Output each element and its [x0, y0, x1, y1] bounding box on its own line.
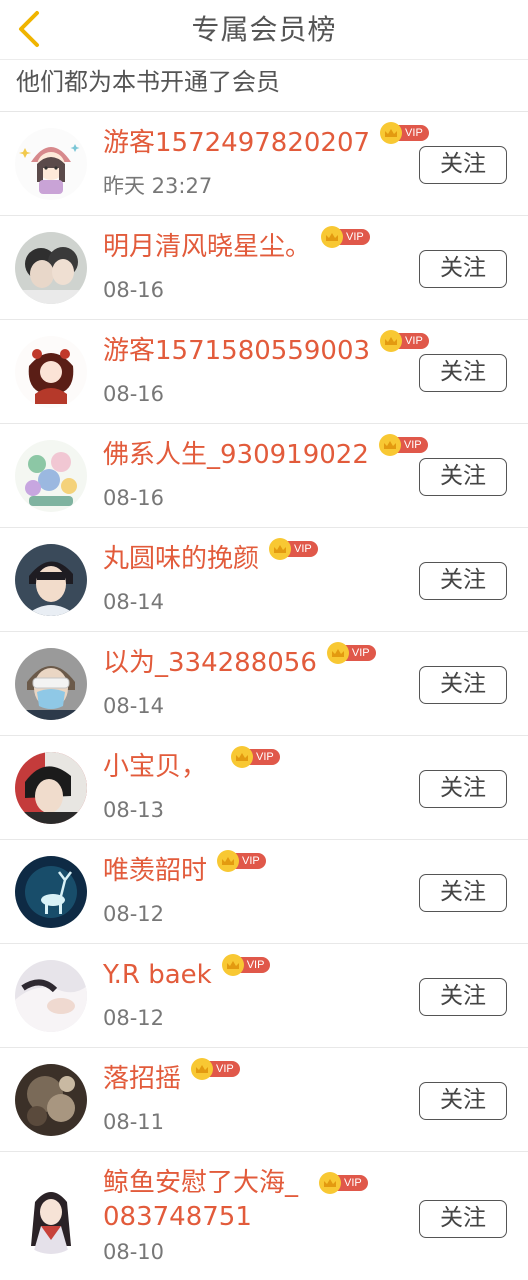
- crown-icon: [231, 746, 254, 768]
- follow-button[interactable]: 关注: [419, 458, 507, 496]
- follow-button[interactable]: 关注: [419, 666, 507, 704]
- member-date: 08-10: [103, 1240, 165, 1264]
- crown-icon: [321, 226, 344, 248]
- member-name[interactable]: 明月清风晓星尘。: [103, 230, 311, 264]
- list-subtitle: 他们都为本书开通了会员: [0, 60, 528, 112]
- member-date: 08-12: [103, 1006, 165, 1030]
- member-date: 08-14: [103, 694, 165, 718]
- follow-button[interactable]: 关注: [419, 1082, 507, 1120]
- member-row[interactable]: 佛系人生_930919022 VIP 08-16 关注: [0, 424, 528, 528]
- crown-icon: [319, 1172, 341, 1194]
- member-name[interactable]: 佛系人生_930919022: [103, 438, 369, 472]
- vip-badge: VIP: [221, 954, 271, 976]
- crown-icon: [191, 1058, 214, 1080]
- avatar[interactable]: [15, 960, 87, 1032]
- vip-badge: VIP: [326, 642, 376, 664]
- crown-icon: [217, 850, 240, 872]
- crown-icon: [378, 434, 401, 456]
- vip-badge: VIP: [217, 850, 266, 872]
- member-name[interactable]: Y.R baek: [103, 958, 212, 992]
- avatar[interactable]: [15, 544, 87, 616]
- follow-button[interactable]: 关注: [419, 978, 507, 1016]
- member-row[interactable]: 游客1571580559003 VIP 08-16 关注: [0, 320, 528, 424]
- vip-badge: VIP: [269, 538, 318, 560]
- member-date: 08-12: [103, 902, 165, 926]
- member-name[interactable]: 以为_334288056: [103, 646, 317, 680]
- member-row[interactable]: 丸圆味的挽颜 VIP 08-14 关注: [0, 528, 528, 632]
- avatar[interactable]: [15, 128, 87, 200]
- member-row[interactable]: 以为_334288056 VIP 08-14 关注: [0, 632, 528, 736]
- avatar[interactable]: [15, 336, 87, 408]
- member-row[interactable]: 小宝贝， VIP 08-13 关注: [0, 736, 528, 840]
- avatar[interactable]: [15, 856, 87, 928]
- follow-button[interactable]: 关注: [419, 874, 507, 912]
- vip-badge: VIP: [380, 330, 429, 352]
- avatar[interactable]: [15, 752, 87, 824]
- member-date: 08-14: [103, 590, 165, 614]
- crown-icon: [326, 642, 349, 664]
- member-name[interactable]: 唯羡韶时: [103, 854, 207, 888]
- page-title: 专属会员榜: [191, 13, 337, 46]
- avatar[interactable]: [15, 440, 87, 512]
- vip-badge: VIP: [378, 434, 428, 456]
- vip-badge: VIP: [319, 1172, 368, 1194]
- vip-badge: VIP: [231, 746, 280, 768]
- follow-button[interactable]: 关注: [419, 1200, 507, 1238]
- member-name[interactable]: 游客1571580559003: [103, 334, 370, 368]
- vip-badge: VIP: [380, 122, 429, 144]
- follow-button[interactable]: 关注: [419, 562, 507, 600]
- member-row[interactable]: 游客1572497820207 VIP 昨天 23:27 关注: [0, 112, 528, 216]
- follow-button[interactable]: 关注: [419, 250, 507, 288]
- avatar[interactable]: [15, 232, 87, 304]
- avatar[interactable]: [15, 648, 87, 720]
- crown-icon: [380, 122, 403, 144]
- member-name[interactable]: 小宝贝，: [103, 750, 207, 784]
- member-date: 08-16: [103, 278, 165, 302]
- follow-button[interactable]: 关注: [419, 354, 507, 392]
- member-row[interactable]: 唯羡韶时 VIP 08-12 关注: [0, 840, 528, 944]
- crown-icon: [380, 330, 403, 352]
- member-name[interactable]: 落招摇: [103, 1062, 181, 1096]
- member-row[interactable]: 落招摇 VIP 08-11 关注: [0, 1048, 528, 1152]
- member-date: 昨天 23:27: [103, 174, 213, 198]
- member-name[interactable]: 丸圆味的挽颜: [103, 542, 259, 576]
- member-row[interactable]: 明月清风晓星尘。 VIP 08-16 关注: [0, 216, 528, 320]
- vip-badge: VIP: [191, 1058, 240, 1080]
- top-bar: 专属会员榜: [0, 0, 528, 60]
- vip-badge: VIP: [321, 226, 370, 248]
- member-date: 08-16: [103, 486, 165, 510]
- member-list: 游客1572497820207 VIP 昨天 23:27 关注 明月清风晓星尘。…: [0, 112, 528, 1276]
- follow-button[interactable]: 关注: [419, 770, 507, 808]
- member-date: 08-11: [103, 1110, 165, 1134]
- member-name[interactable]: 游客1572497820207: [103, 126, 370, 160]
- crown-icon: [221, 954, 244, 976]
- member-date: 08-13: [103, 798, 165, 822]
- member-row[interactable]: 鲸鱼安慰了大海_083748751 VIP 08-10 关注: [0, 1152, 528, 1276]
- member-row[interactable]: Y.R baek VIP 08-12 关注: [0, 944, 528, 1048]
- follow-button[interactable]: 关注: [419, 146, 507, 184]
- avatar[interactable]: [15, 1064, 87, 1136]
- avatar[interactable]: [15, 1182, 87, 1254]
- member-name[interactable]: 鲸鱼安慰了大海_083748751: [103, 1166, 303, 1234]
- member-date: 08-16: [103, 382, 165, 406]
- crown-icon: [269, 538, 292, 560]
